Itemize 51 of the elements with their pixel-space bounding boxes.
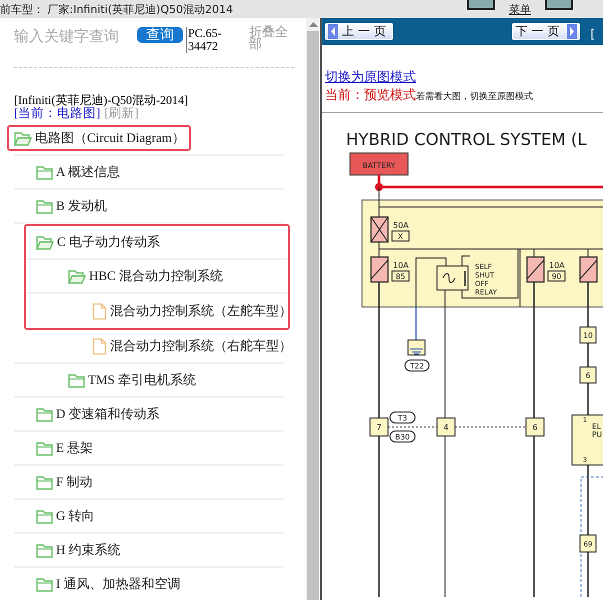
connector-pin: 6 [526,418,544,436]
toolbar-icon[interactable] [467,0,495,10]
ground-icon [408,340,426,356]
tree-item[interactable]: 混合动力控制系统（右舵车型） [110,337,292,355]
search-field[interactable]: 输入关键字查询 [14,27,132,45]
header-link[interactable]: [ [590,26,595,40]
toolbar-icon[interactable] [545,0,573,10]
scroll-up-icon[interactable] [308,22,318,27]
left-arrow-icon [328,24,338,39]
previous-page-button[interactable]: 上一页 [325,23,393,40]
ground-wire [415,307,417,342]
document-icon [92,338,107,354]
menu-link[interactable]: 菜单 [509,2,531,16]
mode-switch-link[interactable]: 切换为原图模式 [325,68,603,86]
next-page-button[interactable]: 下一页 [512,23,580,40]
tree-item[interactable]: HBC 混合动力控制系统 [89,267,223,285]
connector-pin: 7 [370,418,388,436]
vehicle-info: 前车型： 厂家:Infiniti(英菲尼迪)Q50混动2014 [0,2,233,16]
tree-item[interactable]: G 转向 [56,507,95,525]
tree-item[interactable]: C 电子动力传动系 [57,233,160,251]
search-button[interactable]: 查询 [137,27,183,43]
junction-dot [375,183,383,191]
fuse-rating: 50A [393,221,409,230]
connector-pin: 4 [436,418,456,436]
scrollbar[interactable] [306,18,320,600]
tree-item[interactable]: D 变速箱和传动系 [56,405,160,423]
relay-icon [436,266,468,290]
fuse-rating: 10A [549,261,565,270]
tree-item[interactable]: 混合动力控制系统（左舵车型） [110,302,292,320]
tree-item[interactable]: I 通风、加热器和空调 [56,575,181,593]
tree-item[interactable]: A 概述信息 [56,163,120,181]
current-location: [当前：电路图] [14,107,100,120]
scroll-thumb[interactable] [307,31,319,600]
tree-item[interactable]: 电路图（Circuit Diagram） [35,129,185,147]
mode-status: 当前：预览模式 [325,87,416,104]
code-text: PC.65-34472 [186,27,228,53]
fuse-icon [370,256,389,283]
mode-hint: 若需看大图，切换至原图模式 [416,90,533,103]
tree-item[interactable]: B 发动机 [56,197,107,215]
diagram-title: HYBRID CONTROL SYSTEM (L [346,130,587,149]
fuse-rating: 10A [393,261,409,270]
fuse-icon [370,216,389,243]
right-arrow-icon [567,24,578,39]
tree-item[interactable]: E 悬架 [56,439,94,457]
tree-item[interactable]: F 制动 [56,473,92,491]
fuse-icon [579,256,598,283]
model-title: [Infiniti(英菲尼迪)-Q50混动-2014] [14,94,189,107]
tree-item[interactable]: TMS 牵引电机系统 [88,371,196,389]
fuse-icon [526,256,545,283]
document-icon [92,302,107,320]
tree-item[interactable]: H 约束系统 [56,541,121,559]
